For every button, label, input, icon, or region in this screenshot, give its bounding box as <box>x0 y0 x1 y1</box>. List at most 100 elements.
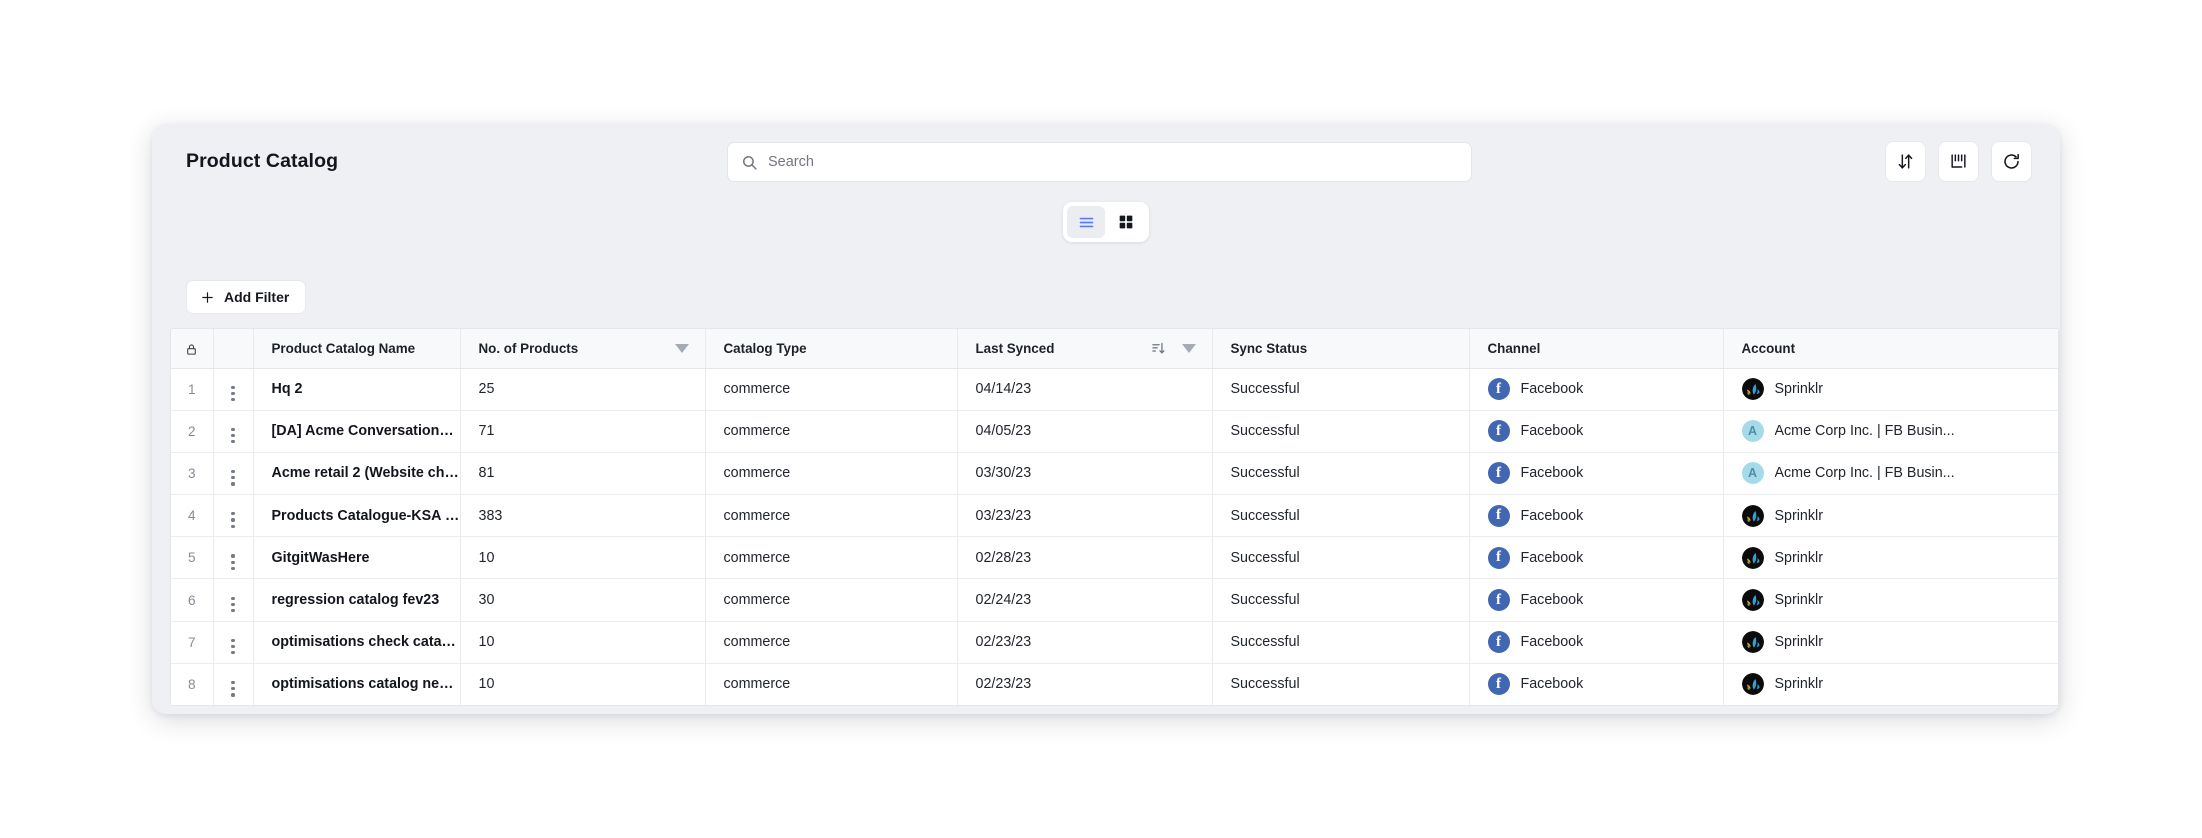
cell-catalog-type: commerce <box>705 368 958 411</box>
header-account[interactable]: Account <box>1723 329 2059 369</box>
cell-catalog-type: commerce <box>705 452 958 496</box>
row-number: 2 <box>171 410 214 453</box>
facebook-icon: f <box>1487 420 1510 443</box>
table-row[interactable]: 2 [DA] Acme Conversational Comme...71comm… <box>171 410 2059 453</box>
cell-product-catalog-name: optimisations check catalog <box>253 621 461 664</box>
cell-sync-status: Successful <box>1212 663 1470 705</box>
letter-avatar-a: A <box>1741 462 1764 485</box>
header-label: Sync Status <box>1230 340 1308 356</box>
cell-sync-status: Successful <box>1212 368 1470 411</box>
header-label: Catalog Type <box>723 340 807 356</box>
product-catalog-card: Product Catalog Search Add Filter Produc… <box>152 124 2060 714</box>
row-number: 8 <box>171 663 214 705</box>
cell-catalog-type: commerce <box>705 578 958 622</box>
cell-account: Sprinklr <box>1723 494 2059 538</box>
toolbar-actions <box>1885 141 2032 182</box>
cell-product-catalog-name: [DA] Acme Conversational Comme... <box>253 410 461 453</box>
row-menu-icon[interactable] <box>231 427 235 444</box>
channel-label: Facebook <box>1520 634 1584 651</box>
row-menu-icon[interactable] <box>231 385 235 402</box>
header-catalog-type[interactable]: Catalog Type <box>705 329 958 369</box>
search-field[interactable] <box>727 142 1472 182</box>
cell-catalog-type: commerce <box>705 663 958 705</box>
row-menu-icon[interactable] <box>231 470 235 486</box>
cell-account: Sprinklr <box>1723 368 2059 411</box>
channel-label: Facebook <box>1520 592 1584 609</box>
header-label: Account <box>1741 340 1796 356</box>
facebook-icon: f <box>1487 504 1510 527</box>
header-label: Channel <box>1487 340 1541 356</box>
table-row[interactable]: 7 optimisations check catalog 10 commerce 02… <box>171 621 2059 664</box>
sort-descending-icon[interactable] <box>1151 341 1166 356</box>
header-product-catalog-name[interactable]: Product Catalog Name <box>253 329 461 369</box>
row-actions-cell[interactable] <box>213 578 254 622</box>
grid-view-button[interactable] <box>1107 206 1145 238</box>
header-channel[interactable]: Channel <box>1469 329 1724 369</box>
cell-product-catalog-name: regression catalog fev23 <box>253 578 461 622</box>
cell-last-synced: 02/24/23 <box>957 578 1213 622</box>
row-number: 1 <box>171 368 214 411</box>
sort-button[interactable] <box>1885 141 1926 182</box>
cell-sync-status: Successful <box>1212 410 1470 453</box>
row-actions-cell[interactable] <box>213 621 254 664</box>
cell-sync-status: Successful <box>1212 536 1470 580</box>
cell-product-catalog-name: Products Catalogue-KSA Campaig... <box>253 494 461 538</box>
filter-bar: Add Filter <box>186 280 307 314</box>
row-actions-cell[interactable] <box>213 368 254 411</box>
catalog-table: Product Catalog Name No. of Products Cat… <box>170 328 2060 706</box>
list-view-button[interactable] <box>1067 206 1105 238</box>
cell-no-of-products: 30 <box>460 578 706 622</box>
header-no-of-products[interactable]: No. of Products <box>460 329 706 369</box>
card-toolbar: Product Catalog <box>152 124 2060 202</box>
search-input[interactable] <box>768 154 1471 170</box>
table-row[interactable]: 6 regression catalog fev23 30 commerce 02/24… <box>171 578 2059 622</box>
row-menu-icon[interactable] <box>231 681 235 697</box>
cell-channel: f Facebook <box>1469 578 1724 622</box>
cell-channel: f Facebook <box>1469 663 1724 705</box>
channel-label: Facebook <box>1520 381 1584 398</box>
cell-sync-status: Successful <box>1212 621 1470 664</box>
table-body: 1 Hq 2 25 commerce 04/14/23 Successful f Facebo… <box>171 368 2059 705</box>
row-number: 5 <box>171 536 214 580</box>
row-number: 4 <box>171 494 214 538</box>
cell-no-of-products: 25 <box>460 368 706 411</box>
header-last-synced[interactable]: Last Synced <box>957 329 1213 369</box>
account-label: Acme Corp Inc. | FB Busin... <box>1774 465 1955 482</box>
table-row[interactable]: 3 Acme retail 2 (Website checkout)81comme… <box>171 452 2059 496</box>
lock-icon <box>185 343 198 356</box>
row-menu-icon[interactable] <box>231 596 235 613</box>
row-menu-icon[interactable] <box>231 554 235 571</box>
filter-caret-icon[interactable] <box>1181 343 1196 353</box>
row-number: 3 <box>171 452 214 496</box>
row-actions-cell[interactable] <box>213 536 254 580</box>
account-label: Sprinklr <box>1774 507 1823 524</box>
row-actions-cell[interactable] <box>213 663 254 705</box>
refresh-button[interactable] <box>1991 141 2032 182</box>
sprinklr-logo <box>1741 546 1764 569</box>
table-row[interactable]: 1 Hq 2 25 commerce 04/14/23 Successful f Facebo… <box>171 368 2059 411</box>
catalog-table-element: Product Catalog Name No. of Products Cat… <box>171 329 2059 705</box>
column-settings-button[interactable] <box>1938 141 1979 182</box>
cell-channel: f Facebook <box>1469 621 1724 664</box>
cell-no-of-products: 10 <box>460 663 706 705</box>
cell-account: Sprinklr <box>1723 536 2059 580</box>
table-row[interactable]: 4 Products Catalogue-KSA Campaig...383com… <box>171 494 2059 538</box>
table-row[interactable]: 5 GitgitWasHere 10 commerce 02/28/23 Successf… <box>171 536 2059 580</box>
header-sync-status[interactable]: Sync Status <box>1212 329 1470 369</box>
row-menu-icon[interactable] <box>231 512 235 528</box>
row-actions-cell[interactable] <box>213 410 254 453</box>
row-actions-cell[interactable] <box>213 452 254 496</box>
sprinklr-logo <box>1741 673 1764 696</box>
facebook-icon: f <box>1487 462 1510 485</box>
cell-product-catalog-name: GitgitWasHere <box>253 536 461 580</box>
letter-avatar-a: A <box>1741 420 1764 443</box>
cell-account: Sprinklr <box>1723 663 2059 705</box>
cell-sync-status: Successful <box>1212 494 1470 538</box>
row-menu-icon[interactable] <box>231 638 235 655</box>
filter-caret-icon[interactable] <box>674 343 689 353</box>
row-actions-cell[interactable] <box>213 494 254 538</box>
cell-account: Sprinklr <box>1723 578 2059 622</box>
channel-label: Facebook <box>1520 423 1584 440</box>
add-filter-button[interactable]: Add Filter <box>186 280 307 314</box>
table-row[interactable]: 8 optimisations catalog new two 10 commerce… <box>171 663 2059 705</box>
